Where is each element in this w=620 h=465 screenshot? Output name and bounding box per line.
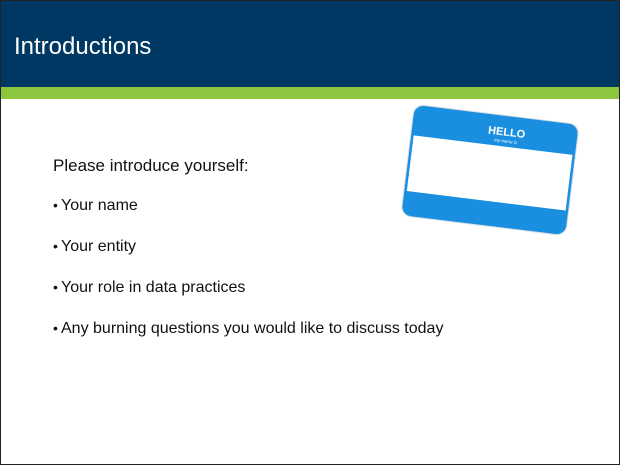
title-bar: Introductions [1, 1, 619, 87]
bullet-item: • Any burning questions you would like t… [53, 320, 443, 361]
bullet-dot: • [53, 279, 58, 295]
bullet-text: Your role in data practices [61, 279, 246, 296]
intro-text: Please introduce yourself: [53, 156, 249, 175]
slide-title: Introductions [14, 33, 152, 60]
slide: Introductions Please introduce yourself:… [0, 0, 620, 465]
bullet-text: Any burning questions you would like to … [61, 320, 444, 337]
hello-name-tag-icon: HELLO my name is [400, 103, 581, 237]
bullet-list: • Your name • Your entity • Your role in… [53, 197, 443, 361]
bullet-dot: • [53, 197, 58, 213]
accent-bar [1, 87, 619, 99]
bullet-item: • Your role in data practices [53, 279, 443, 320]
bullet-item: • Your entity [53, 238, 443, 279]
bullet-text: Your name [61, 197, 138, 214]
bullet-item: • Your name [53, 197, 443, 238]
bullet-text: Your entity [61, 238, 137, 255]
bullet-dot: • [53, 238, 58, 254]
bullet-dot: • [53, 320, 58, 336]
